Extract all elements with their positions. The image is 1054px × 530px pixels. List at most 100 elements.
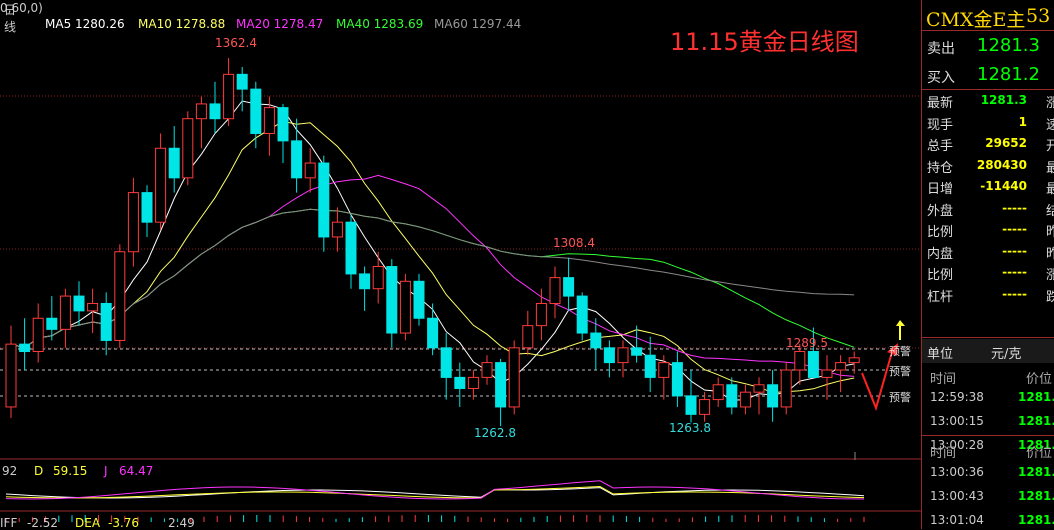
kdj-k-value: 92 — [2, 464, 18, 478]
stat-side-label: 速 — [1046, 117, 1054, 133]
kdj-d-value: 59.15 — [53, 464, 88, 478]
stat-value: 1 — [1018, 114, 1027, 129]
tick-price: 1281.3 — [1018, 489, 1054, 503]
candle — [182, 118, 194, 179]
stat-side-label: 昨 — [1046, 246, 1054, 262]
stat-value: ----- — [1002, 286, 1027, 301]
divider — [922, 89, 1054, 90]
candle — [195, 103, 207, 120]
instrument-title[interactable]: CMX金E主 53 — [926, 5, 1050, 32]
candle — [780, 369, 792, 408]
stat-value: ----- — [1002, 265, 1027, 279]
ma40-label: MA40 1283.69 — [336, 17, 424, 31]
candle — [331, 221, 343, 238]
candle — [440, 347, 452, 378]
macd-diff-value: -2.52 — [27, 516, 59, 530]
stat-value: 29652 — [985, 136, 1027, 150]
candle — [127, 192, 139, 253]
candle — [835, 362, 847, 371]
candlestick-chart[interactable] — [0, 0, 921, 529]
sell-price: 1281.3 — [977, 35, 1040, 56]
kdj-d-label: D — [34, 464, 44, 478]
candle — [644, 354, 656, 378]
candle — [59, 295, 71, 330]
candle — [413, 280, 425, 319]
candle — [223, 73, 235, 120]
warning-label-2: 预警 — [889, 365, 911, 378]
candle — [495, 362, 507, 408]
ma5-label: MA5 1280.26 — [45, 17, 125, 31]
candle — [73, 295, 85, 312]
tick-price: 1281.3 — [1018, 414, 1054, 428]
candle — [209, 103, 221, 120]
kdj-j-value: 64.47 — [119, 464, 154, 478]
candle — [19, 343, 31, 353]
candle — [345, 221, 357, 275]
candle — [454, 376, 466, 389]
stat-value: 280430 — [976, 157, 1027, 172]
candle — [291, 140, 303, 179]
candle — [590, 332, 602, 349]
candle — [794, 351, 806, 371]
stat-side-label: 最 — [1046, 160, 1054, 176]
macd-diff-label: IFF — [0, 516, 18, 530]
candle — [467, 376, 479, 389]
tick-time: 12:59:38 — [930, 390, 984, 404]
kdj-j-label: J — [104, 464, 108, 478]
warning-label-3: 预警 — [889, 391, 911, 404]
warning-label-1: 预警 — [889, 345, 911, 358]
candle — [603, 347, 615, 364]
candle — [767, 384, 779, 408]
divider — [922, 337, 1054, 338]
high-label-3: 1289.5 — [786, 336, 828, 350]
stat-side-label: 昨 — [1046, 225, 1054, 240]
tick-price: 1281.3 — [1018, 390, 1054, 404]
candle — [399, 280, 411, 334]
candle — [32, 317, 44, 353]
stat-side-label: 最 — [1046, 182, 1054, 197]
stat-label: 现手 — [927, 117, 954, 133]
candle — [100, 302, 112, 341]
high-label-2: 1308.4 — [553, 236, 595, 250]
stat-label: 比例 — [927, 268, 954, 283]
stat-value: ----- — [1002, 222, 1027, 236]
candle — [631, 347, 643, 356]
candle — [726, 384, 738, 408]
candle — [671, 362, 683, 397]
candle — [5, 343, 17, 408]
overlay-title: 11.15黄金日线图 — [670, 28, 859, 56]
candle — [250, 88, 262, 134]
low-label-1: 1262.8 — [474, 426, 516, 440]
unit-row: 单位 元/克 — [922, 339, 1054, 363]
candle — [658, 362, 670, 378]
unit-value: 元/克 — [991, 347, 1022, 362]
tick-time: 13:00:43 — [930, 489, 984, 503]
macd-value: 2.49 — [168, 516, 195, 530]
stat-side-label: 结 — [1046, 203, 1054, 219]
stat-side-label: 涨 — [1046, 96, 1054, 111]
tick-price: 1281.2 — [1018, 513, 1054, 527]
candle — [386, 266, 398, 334]
stat-label: 杠杆 — [927, 289, 954, 305]
tick-time: 13:00:36 — [930, 465, 984, 479]
candle — [168, 147, 180, 179]
candle — [236, 73, 248, 90]
candle — [141, 192, 153, 223]
candle — [848, 357, 860, 364]
candle — [753, 384, 765, 393]
high-label-1: 1362.4 — [215, 36, 257, 50]
tick-time: 13:00:15 — [930, 414, 984, 428]
stat-label: 最新 — [927, 96, 954, 111]
kline-chart-area[interactable]: 0,60,0) 日线 MA5 1280.26 MA10 1278.88 MA20… — [0, 0, 921, 530]
candle — [699, 399, 711, 415]
tick-price: 1281.2 — [1018, 465, 1054, 479]
forecast-arrow — [861, 351, 893, 412]
buy-price: 1281.2 — [977, 64, 1040, 85]
candle — [359, 273, 371, 290]
candle — [304, 162, 316, 179]
candle — [87, 302, 99, 312]
stat-value: 1281.3 — [980, 93, 1027, 107]
buy-label: 买入 — [927, 70, 955, 86]
ma60-label: MA60 1297.44 — [434, 17, 522, 31]
candle — [821, 369, 833, 378]
